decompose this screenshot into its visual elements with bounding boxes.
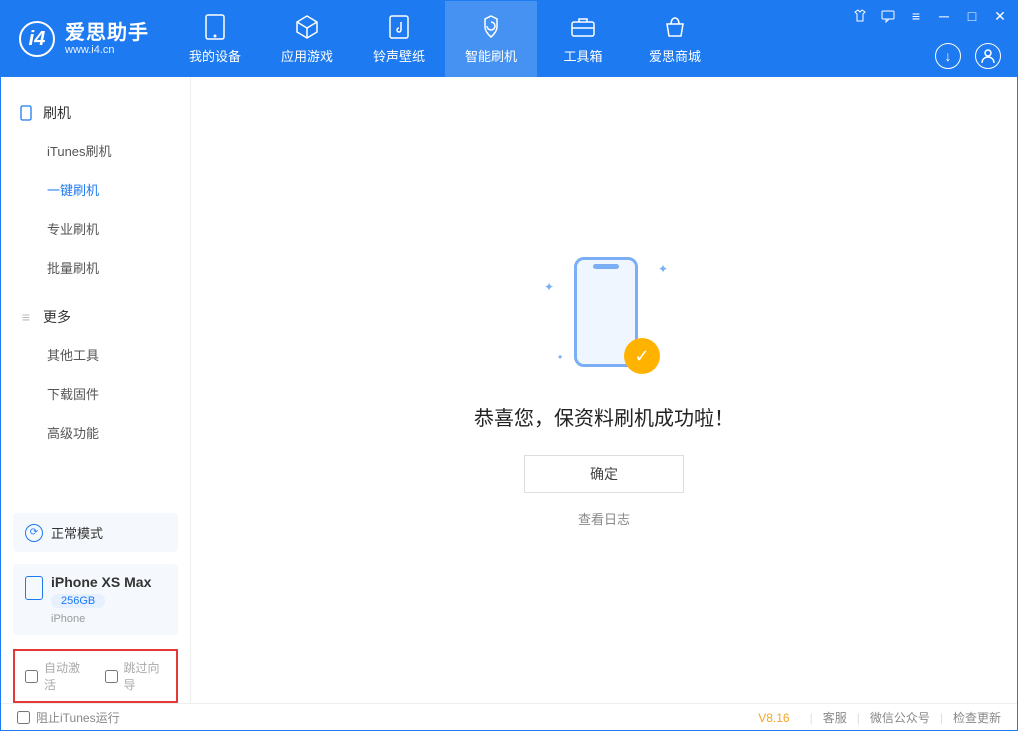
tab-apps-games[interactable]: 应用游戏	[261, 1, 353, 77]
user-button[interactable]	[975, 43, 1001, 69]
success-title: 恭喜您，保资料刷机成功啦！	[474, 402, 734, 431]
success-illustration: ✦ ✦ • ✓	[534, 252, 674, 382]
sidebar-item-pro-flash[interactable]: 专业刷机	[1, 209, 190, 248]
menu-icon[interactable]: ≡	[907, 7, 925, 25]
version-label: V8.16	[758, 711, 789, 725]
tab-store[interactable]: 爱思商城	[629, 1, 721, 77]
logo: i4 爱思助手 www.i4.cn	[1, 21, 169, 57]
sidebar-item-oneclick-flash[interactable]: 一键刷机	[1, 170, 190, 209]
phone-icon	[19, 106, 33, 120]
tab-my-device[interactable]: 我的设备	[169, 1, 261, 77]
device-mode-label: 正常模式	[51, 523, 103, 542]
view-log-link[interactable]: 查看日志	[578, 509, 630, 528]
ok-button[interactable]: 确定	[524, 455, 684, 493]
device-storage: 256GB	[51, 594, 105, 608]
shirt-icon[interactable]	[851, 7, 869, 25]
device-type: iPhone	[51, 613, 151, 625]
header-right: ↓	[935, 43, 1001, 69]
auto-activate-checkbox[interactable]: 自动激活	[25, 659, 87, 693]
tab-smart-flash[interactable]: 智能刷机	[445, 1, 537, 77]
device-model: iPhone XS Max	[51, 574, 151, 590]
sidebar-item-advanced[interactable]: 高级功能	[1, 413, 190, 452]
app-logo-icon: i4	[19, 21, 55, 57]
block-itunes-checkbox[interactable]: 阻止iTunes运行	[17, 709, 120, 726]
device-icon	[202, 14, 228, 40]
skip-guide-checkbox[interactable]: 跳过向导	[105, 659, 167, 693]
wechat-link[interactable]: 微信公众号	[870, 709, 930, 726]
sidebar-section-more: ≡ 更多	[1, 299, 190, 335]
sidebar-item-itunes-flash[interactable]: iTunes刷机	[1, 131, 190, 170]
device-info-block[interactable]: iPhone XS Max 256GB iPhone	[13, 564, 178, 635]
close-icon[interactable]: ✕	[991, 7, 1009, 25]
sidebar: 刷机 iTunes刷机 一键刷机 专业刷机 批量刷机 ≡ 更多 其他工具 下载固…	[1, 77, 191, 703]
app-title: 爱思助手	[65, 22, 149, 44]
sparkle-icon: •	[558, 350, 562, 364]
auto-activate-input[interactable]	[25, 670, 38, 683]
highlighted-checkbox-row: 自动激活 跳过向导	[13, 649, 178, 703]
main-content: ✦ ✦ • ✓ 恭喜您，保资料刷机成功啦！ 确定 查看日志	[191, 77, 1017, 703]
cube-icon	[294, 14, 320, 40]
download-button[interactable]: ↓	[935, 43, 961, 69]
tab-ringtones-wallpapers[interactable]: 铃声壁纸	[353, 1, 445, 77]
sidebar-item-download-firmware[interactable]: 下载固件	[1, 374, 190, 413]
maximize-icon[interactable]: □	[963, 7, 981, 25]
mode-icon: ⟳	[25, 524, 43, 542]
tab-label: 工具箱	[563, 46, 602, 65]
shop-icon	[662, 14, 688, 40]
app-header: i4 爱思助手 www.i4.cn 我的设备 应用游戏 铃声壁纸 智能刷机 工具…	[1, 1, 1017, 77]
tab-toolbox[interactable]: 工具箱	[537, 1, 629, 77]
nav-tabs: 我的设备 应用游戏 铃声壁纸 智能刷机 工具箱 爱思商城	[169, 1, 721, 77]
tab-label: 铃声壁纸	[373, 46, 425, 65]
window-controls: ≡ ─ □ ✕	[851, 7, 1009, 25]
toolbox-icon	[570, 14, 596, 40]
check-update-link[interactable]: 检查更新	[953, 709, 1001, 726]
support-link[interactable]: 客服	[823, 709, 847, 726]
block-itunes-input[interactable]	[17, 711, 30, 724]
footer: 阻止iTunes运行 V8.16 | 客服 | 微信公众号 | 检查更新	[1, 703, 1017, 731]
sidebar-item-other-tools[interactable]: 其他工具	[1, 335, 190, 374]
tab-label: 我的设备	[189, 46, 241, 65]
tab-label: 应用游戏	[281, 46, 333, 65]
sparkle-icon: ✦	[544, 280, 554, 294]
flash-icon	[478, 14, 504, 40]
sparkle-icon: ✦	[658, 262, 668, 276]
skip-guide-input[interactable]	[105, 670, 118, 683]
app-subtitle: www.i4.cn	[65, 44, 149, 56]
feedback-icon[interactable]	[879, 7, 897, 25]
minimize-icon[interactable]: ─	[935, 7, 953, 25]
music-icon	[386, 14, 412, 40]
success-panel: ✦ ✦ • ✓ 恭喜您，保资料刷机成功啦！ 确定 查看日志	[474, 252, 734, 528]
list-icon: ≡	[19, 310, 33, 324]
tab-label: 智能刷机	[465, 46, 517, 65]
tab-label: 爱思商城	[649, 46, 701, 65]
check-badge-icon: ✓	[624, 338, 660, 374]
sidebar-section-flash: 刷机	[1, 95, 190, 131]
sidebar-item-batch-flash[interactable]: 批量刷机	[1, 248, 190, 287]
phone-outline-icon	[25, 576, 43, 600]
device-mode-block[interactable]: ⟳ 正常模式	[13, 513, 178, 552]
